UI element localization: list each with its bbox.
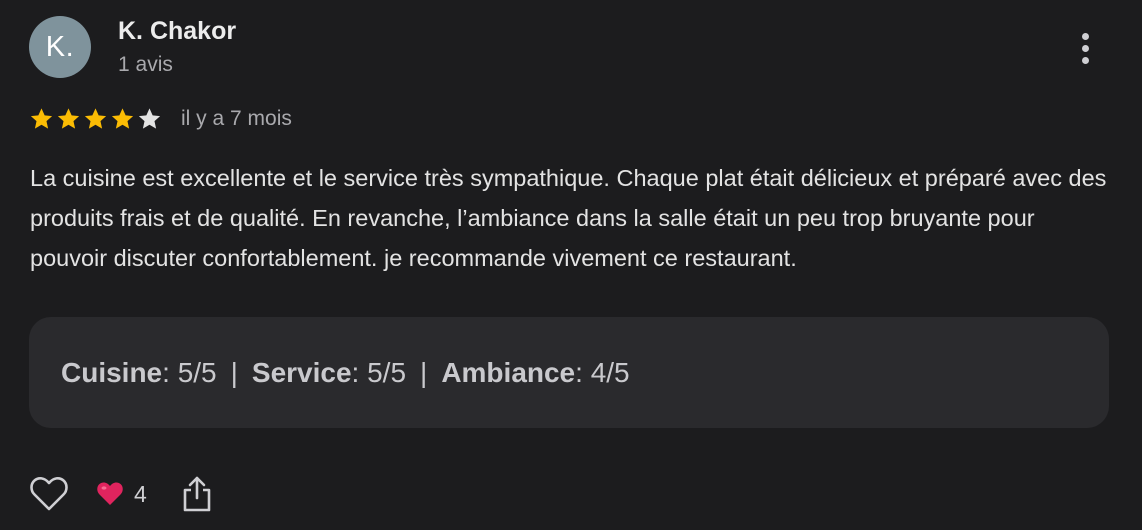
star-filled-icon (57, 108, 80, 129)
star-filled-icon (111, 108, 134, 129)
reaction-count: 4 (134, 480, 147, 507)
more-vert-icon (1081, 32, 1089, 40)
ratings-summary: Cuisine : 5/5 | Service : 5/5 | Ambiance… (29, 317, 1109, 428)
author-review-count: 1 avis (118, 53, 173, 76)
review-actions: 4 (28, 474, 213, 514)
review-text: La cuisine est excellente et le service … (30, 165, 1107, 271)
reaction-summary[interactable]: 4 (96, 481, 147, 508)
star-rating (28, 106, 163, 132)
red-heart-emoji-icon (97, 482, 123, 505)
more-options-button[interactable] (1070, 28, 1100, 68)
star-filled-icon (30, 108, 53, 129)
share-icon[interactable] (181, 475, 213, 513)
rating-category-ambiance: Ambiance (441, 356, 576, 388)
author-name[interactable]: K. Chakor (118, 17, 236, 46)
avatar-initial: K. (45, 30, 75, 63)
rating-separator: | (420, 356, 428, 388)
rating-category-service: Service (251, 356, 352, 388)
more-vert-icon-dot (1081, 44, 1089, 52)
review-date: il y a 7 mois (181, 107, 292, 130)
avatar[interactable]: K. (29, 16, 91, 78)
star-empty-icon (138, 108, 161, 129)
star-filled-icon (84, 108, 107, 129)
heart-outline-icon[interactable] (28, 474, 70, 514)
rating-value-service: : 5/5 (351, 356, 407, 388)
rating-separator: | (230, 356, 238, 388)
rating-category-cuisine: Cuisine (61, 356, 163, 388)
rating-value-ambiance: : 4/5 (575, 356, 630, 388)
rating-value-cuisine: : 5/5 (162, 356, 217, 388)
more-vert-icon-dot (1081, 56, 1089, 64)
